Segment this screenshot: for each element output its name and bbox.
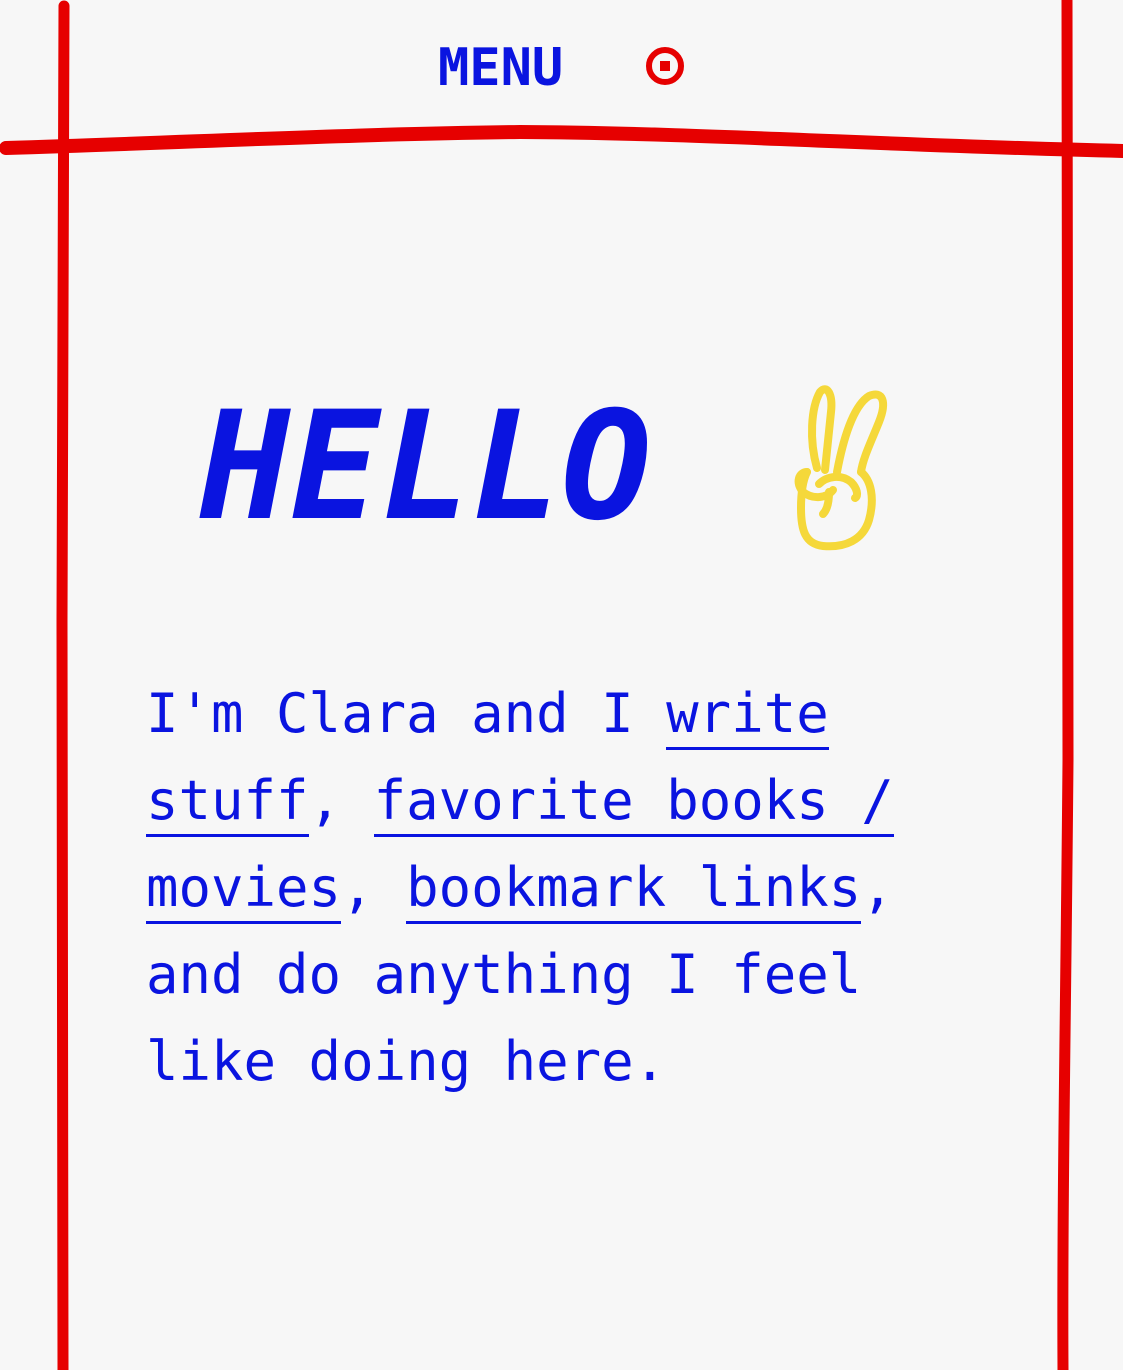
frame-line-left [56,0,70,1370]
peace-sign-hand-icon [794,385,888,551]
top-bar: MENU [0,0,1123,130]
intro-separator-2: , [341,856,407,919]
frame-line-right [1057,0,1075,1370]
intro-paragraph: I'm Clara and I write stuff, favorite bo… [146,670,926,1105]
target-icon [646,47,684,85]
link-bookmark-links[interactable]: bookmark links [406,856,862,924]
intro-separator-1: , [308,769,374,832]
hero-title: HELLO [200,380,652,554]
intro-lead: I'm Clara and I [146,682,667,745]
menu-label: MENU [438,38,564,98]
hero-section: HELLO [200,380,920,560]
frame-line-top [0,125,1123,158]
menu-button[interactable]: MENU [438,38,684,98]
